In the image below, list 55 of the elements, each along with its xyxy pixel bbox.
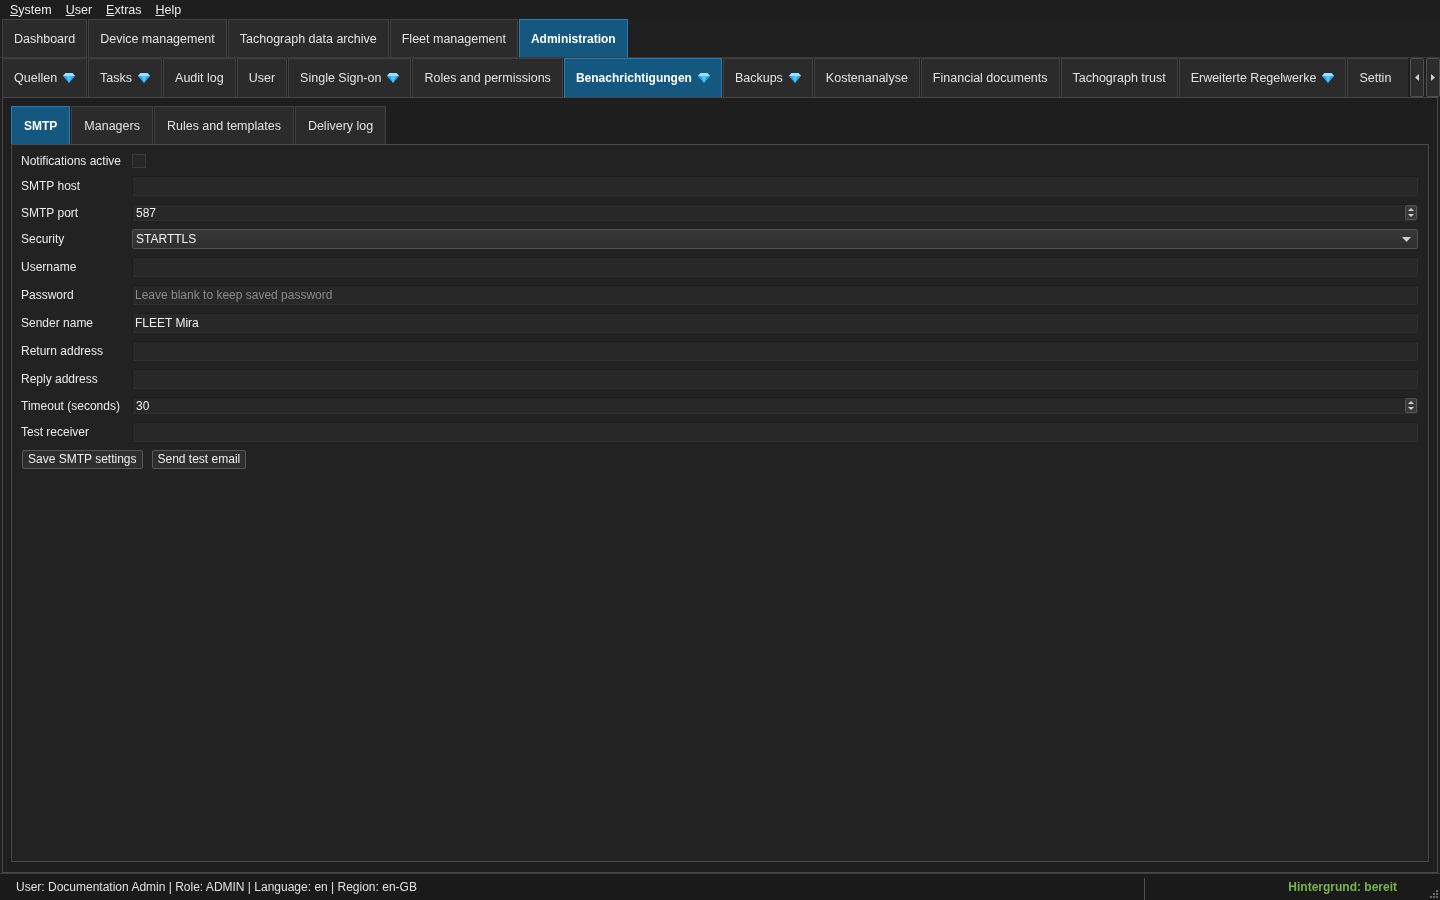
tab[interactable]: Single Sign-on xyxy=(288,58,412,97)
field-label: Security xyxy=(21,232,66,246)
action-button[interactable]: Save SMTP settings xyxy=(22,450,143,469)
tab[interactable]: Roles and permissions xyxy=(412,58,563,97)
tab[interactable]: SMTP xyxy=(11,106,71,144)
tab[interactable]: Quellen xyxy=(2,58,88,97)
tab[interactable]: Rules and templates xyxy=(153,106,294,144)
tab[interactable]: Administration xyxy=(518,19,628,57)
action-button[interactable]: Send test email xyxy=(151,450,247,469)
number-field[interactable]: 30 xyxy=(132,397,1418,414)
tab[interactable]: Audit log xyxy=(163,58,236,97)
menu-item[interactable]: System xyxy=(3,1,59,18)
tab[interactable]: Settin xyxy=(1347,58,1408,97)
tab[interactable]: Delivery log xyxy=(294,106,387,144)
dropdown[interactable]: STARTTLS xyxy=(132,229,1418,249)
field-label: Timeout (seconds) xyxy=(21,398,121,413)
menu-item[interactable]: User xyxy=(58,1,100,18)
field-label: Return address xyxy=(21,344,105,358)
field-label: Password xyxy=(21,288,75,302)
field-label: Test receiver xyxy=(21,425,91,439)
tab[interactable]: Dashboard xyxy=(2,19,88,57)
background-status-text: Hintergrund: bereit xyxy=(1288,880,1397,894)
tab[interactable]: User xyxy=(236,58,288,97)
tab[interactable]: Device management xyxy=(88,19,227,57)
field-label: Reply address xyxy=(21,372,99,386)
resize-grip-icon[interactable] xyxy=(1428,888,1438,898)
tab[interactable]: Erweiterte Regelwerke xyxy=(1178,58,1347,97)
text-field[interactable]: FLEET Mira xyxy=(132,313,1418,333)
tab[interactable]: Tachograph trust xyxy=(1060,58,1178,97)
field-label: Sender name xyxy=(21,316,95,330)
tab[interactable]: Financial documents xyxy=(920,58,1060,97)
password-field[interactable]: Leave blank to keep saved password xyxy=(132,285,1418,305)
spinner-icon[interactable] xyxy=(1405,205,1417,220)
menu-item[interactable]: Extras xyxy=(99,1,149,18)
tab[interactable]: Tachograph data archive xyxy=(227,19,389,57)
caret-right-icon xyxy=(1431,74,1435,81)
number-field[interactable]: 587 xyxy=(132,204,1418,221)
caret-left-icon xyxy=(1415,74,1419,81)
tab[interactable]: Fleet management xyxy=(389,19,518,57)
tab[interactable]: Managers xyxy=(71,106,153,144)
tab[interactable]: Backups xyxy=(722,58,813,97)
field-label: SMTP port xyxy=(21,205,80,220)
caret-down-icon xyxy=(1402,236,1411,242)
scroll-left-button[interactable] xyxy=(1410,58,1424,97)
checkbox[interactable] xyxy=(132,154,146,168)
tab[interactable]: Kostenanalyse xyxy=(813,58,920,97)
menu-item[interactable]: Help xyxy=(148,1,189,18)
field-label: Notifications active xyxy=(21,154,123,168)
scroll-right-button[interactable] xyxy=(1426,58,1440,97)
tab[interactable]: Tasks xyxy=(88,58,163,97)
spinner-icon[interactable] xyxy=(1405,398,1417,413)
session-info-text: User: Documentation Admin | Role: ADMIN | Language: en | Region: en-GB xyxy=(16,880,417,894)
field-label: Username xyxy=(21,260,78,274)
tab[interactable]: Benachrichtigungen xyxy=(563,58,722,97)
field-label: SMTP host xyxy=(21,179,82,193)
